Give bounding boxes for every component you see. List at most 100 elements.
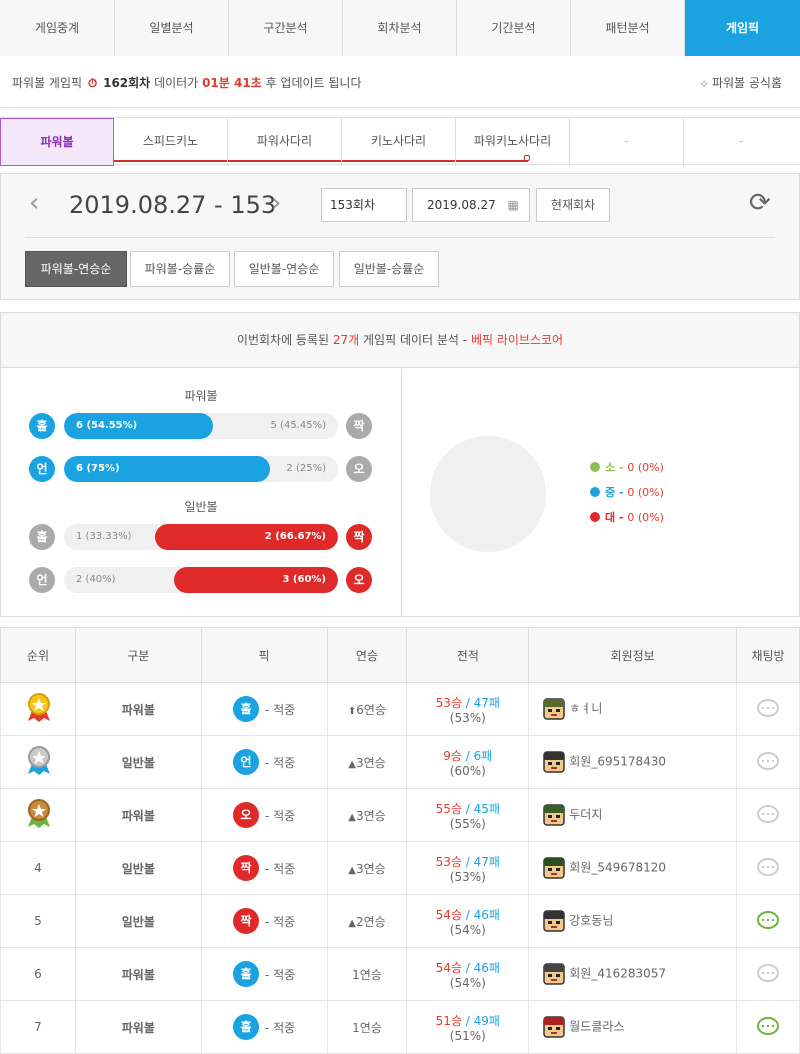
- date-input-value: 2019.08.27: [427, 198, 496, 212]
- refresh-icon[interactable]: ⟳: [749, 188, 771, 218]
- streak-up-icon: ▲: [348, 864, 356, 876]
- tab-6[interactable]: 게임픽: [685, 0, 800, 56]
- record-losses: 45패: [473, 801, 500, 816]
- chat-bubble-icon[interactable]: [757, 910, 780, 929]
- sort-tab-3[interactable]: 일반볼-승률순: [339, 251, 439, 287]
- notice-round: 162회차: [103, 76, 151, 90]
- record-winloss: 9승 / 6패: [407, 747, 528, 764]
- table-row: 일반볼 언 - 적중 ▲3연승 9승 / 6패 (60%) 회원_695178430: [0, 735, 800, 789]
- record-pct: (60%): [449, 763, 486, 778]
- sort-tab-0[interactable]: 파워볼-연승순: [25, 251, 127, 287]
- record-cell: 53승 / 47패 (53%): [406, 841, 530, 895]
- member-cell[interactable]: 회원_695178430: [528, 735, 738, 789]
- analysis-pre: 이번회차에 등록된: [236, 333, 330, 347]
- record-sep: /: [461, 748, 474, 763]
- size-pie-chart: [430, 436, 546, 552]
- pick: 언 - 적중: [202, 749, 327, 775]
- round-input[interactable]: 153회차: [321, 188, 407, 222]
- calendar-icon: ▦: [507, 198, 519, 212]
- member-cell[interactable]: 강호동님: [528, 894, 738, 948]
- pick-ball-icon: 짝: [232, 908, 259, 934]
- legend-item-2: 대 - 0 (0%): [590, 509, 664, 525]
- date-selector: ‹ 2019.08.27 - 153 › 153회차 2019.08.27 ▦ …: [0, 173, 800, 300]
- game-tab-4[interactable]: 파워키노사다리: [456, 118, 570, 166]
- type-cell: 파워볼: [74, 1000, 202, 1054]
- chat-bubble-icon[interactable]: [757, 751, 780, 770]
- normal-ball-label: 일반볼: [184, 500, 218, 514]
- silver-medal-icon: [26, 745, 50, 776]
- game-tab-0[interactable]: 파워볼: [0, 118, 114, 166]
- type-cell: 일반볼: [74, 735, 202, 789]
- next-arrow-icon[interactable]: ›: [271, 188, 281, 218]
- member-name: ㅎㅕ니: [569, 701, 603, 716]
- streak-up-icon: ▲: [348, 811, 356, 823]
- game-tab-1[interactable]: 스피드키노: [114, 118, 228, 166]
- tab-3[interactable]: 회차분석: [343, 0, 457, 56]
- notice-time: 01분 41초: [202, 76, 262, 90]
- streak-value: 1연승: [352, 1020, 382, 1035]
- chat-cell: [736, 735, 800, 789]
- sort-tab-1[interactable]: 파워볼-승률순: [130, 251, 230, 287]
- pick: 홀 - 적중: [202, 1014, 327, 1040]
- avatar: [543, 963, 565, 985]
- record-losses: 46패: [473, 960, 500, 975]
- game-tab-2[interactable]: 파워사다리: [228, 118, 342, 166]
- table-row: 파워볼 오 - 적중 ▲3연승 55승 / 45패 (55%) 두더지: [0, 788, 800, 842]
- chat-cell: [736, 841, 800, 895]
- bar-right-value: 3 (60%): [282, 574, 326, 585]
- sort-tab-2[interactable]: 일반볼-연승순: [234, 251, 334, 287]
- chat-bubble-icon[interactable]: [757, 698, 780, 717]
- pick-cell: 오 - 적중: [200, 788, 328, 842]
- record-pct: (54%): [449, 975, 486, 990]
- streak-up-icon: ▲: [348, 917, 356, 929]
- bar-left-icon-1: 언: [29, 456, 55, 482]
- record-wins: 53승: [435, 854, 462, 869]
- member-name: 강호동님: [569, 913, 614, 928]
- official-link-label: 파워볼 공식홈: [711, 76, 782, 90]
- bar-left-icon-0: 홀: [29, 413, 55, 439]
- member-cell[interactable]: ㅎㅕ니: [528, 682, 738, 736]
- record-sep: /: [461, 695, 474, 710]
- table-row: 7 파워볼 홀 - 적중 1연승 51승 / 49패 (51%) 월드클라스: [0, 1000, 800, 1054]
- date-input[interactable]: 2019.08.27 ▦: [412, 188, 530, 222]
- col-header-2: 픽: [200, 627, 328, 683]
- record-winloss: 54승 / 46패: [407, 906, 528, 923]
- member-cell[interactable]: 월드클라스: [528, 1000, 738, 1054]
- chat-bubble-icon[interactable]: [757, 804, 780, 823]
- streak-cell: ▲3연승: [326, 788, 408, 842]
- pick-cell: 홀 - 적중: [200, 947, 328, 1001]
- record-losses: 46패: [473, 907, 500, 922]
- pick-cell: 짝 - 적중: [200, 841, 328, 895]
- member-cell[interactable]: 회원_416283057: [528, 947, 738, 1001]
- chat-bubble-icon[interactable]: [757, 1016, 780, 1035]
- chat-bubble-icon[interactable]: [757, 857, 780, 876]
- record-winloss: 53승 / 47패: [407, 694, 528, 711]
- bar-left-icon-2: 홀: [29, 524, 55, 550]
- member-cell[interactable]: 두더지: [528, 788, 738, 842]
- chat-bubble-icon[interactable]: [757, 963, 780, 982]
- prev-arrow-icon[interactable]: ‹: [29, 188, 39, 218]
- member-name: 월드클라스: [569, 1019, 625, 1034]
- col-header-1: 구분: [74, 627, 202, 683]
- current-round-button[interactable]: 현재회차: [536, 188, 610, 222]
- pick-cell: 홀 - 적중: [200, 682, 328, 736]
- rank-cell: [0, 682, 76, 736]
- avatar: [543, 910, 565, 932]
- avatar: [543, 1016, 565, 1038]
- analysis-mid: 게임픽 데이터 분석 -: [363, 333, 468, 347]
- bar-left-icon-3: 언: [29, 567, 55, 593]
- tab-2[interactable]: 구간분석: [229, 0, 343, 56]
- tab-5[interactable]: 패턴분석: [571, 0, 685, 56]
- chat-cell: [736, 1000, 800, 1054]
- member-name: 두더지: [569, 807, 603, 822]
- tab-1[interactable]: 일별분석: [115, 0, 229, 56]
- legend-dot: [590, 487, 600, 497]
- tab-4[interactable]: 기간분석: [457, 0, 571, 56]
- member-cell[interactable]: 회원_549678120: [528, 841, 738, 895]
- pick-result: - 적중: [264, 861, 296, 876]
- tab-0[interactable]: 게임중계: [0, 0, 115, 56]
- legend-label: 중 -: [605, 486, 628, 499]
- notice-mid: 데이터가: [154, 76, 199, 90]
- official-link[interactable]: ⟡ 파워볼 공식홈: [700, 74, 782, 91]
- game-tab-3[interactable]: 키노사다리: [342, 118, 456, 166]
